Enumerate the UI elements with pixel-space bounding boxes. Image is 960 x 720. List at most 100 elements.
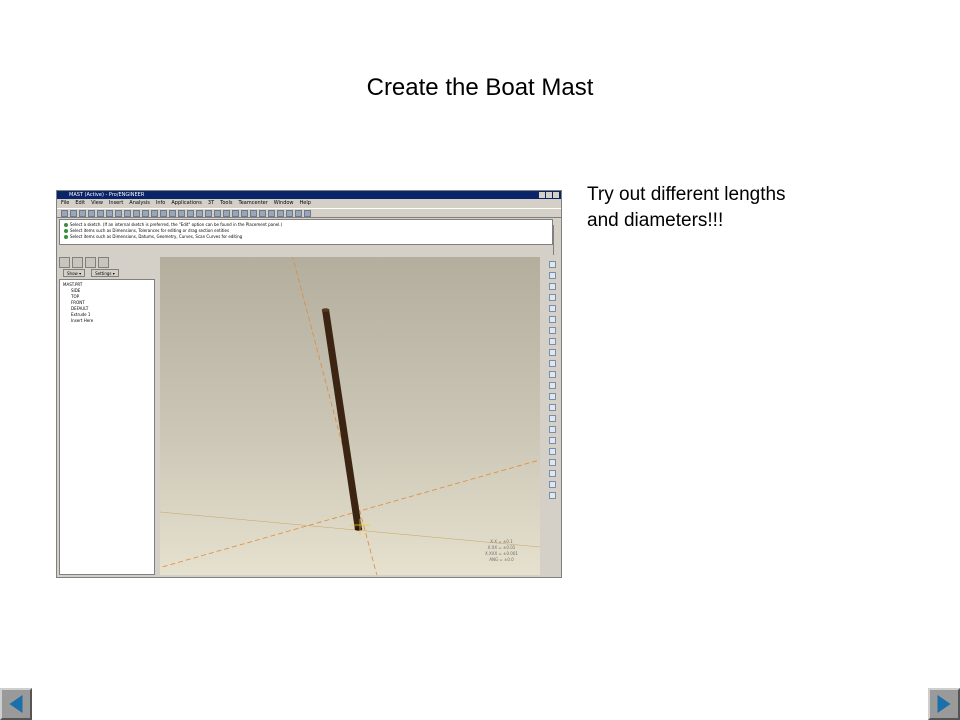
datum-plane-tool-icon[interactable]: [548, 261, 556, 268]
tolerance-4: ANG = ±0.0: [489, 557, 514, 562]
orient-icon[interactable]: [205, 210, 212, 217]
round-tool-icon[interactable]: [548, 426, 556, 433]
rib-tool-icon[interactable]: [548, 404, 556, 411]
analysis-tool-icon[interactable]: [548, 316, 556, 323]
redo-icon[interactable]: [115, 210, 122, 217]
shell-tool-icon[interactable]: [548, 393, 556, 400]
mast-body: [322, 309, 362, 530]
cut-icon[interactable]: [124, 210, 131, 217]
menu-applications[interactable]: Applications: [171, 199, 202, 208]
blend-tool-icon[interactable]: [548, 371, 556, 378]
menu-analysis[interactable]: Analysis: [129, 199, 150, 208]
zoom-in-icon[interactable]: [178, 210, 185, 217]
model-view: [160, 257, 540, 575]
folder-browser-tab-icon[interactable]: [72, 257, 83, 268]
menu-tools[interactable]: Tools: [220, 199, 232, 208]
mast-bottom-cap: [354, 527, 363, 531]
navigator-tabs: [59, 257, 109, 268]
repaint-icon[interactable]: [169, 210, 176, 217]
connections-tab-icon[interactable]: [98, 257, 109, 268]
sketch-tool-icon[interactable]: [548, 327, 556, 334]
menu-info[interactable]: Info: [156, 199, 165, 208]
message-line-3: Select items such as Dimensions, Datums,…: [64, 234, 548, 240]
mast-top-cap: [321, 308, 330, 312]
trim-tool-icon[interactable]: [548, 481, 556, 488]
pattern-tool-icon[interactable]: [548, 448, 556, 455]
maximize-icon[interactable]: [546, 192, 552, 198]
mirror-tool-icon[interactable]: [548, 459, 556, 466]
new-icon[interactable]: [61, 210, 68, 217]
sweep-tool-icon[interactable]: [548, 360, 556, 367]
app-window-title: MAST (Active) - Pro/ENGINEER: [69, 192, 145, 198]
copy-icon[interactable]: [133, 210, 140, 217]
datum-planes-icon[interactable]: [268, 210, 275, 217]
settings-dropdown[interactable]: Settings ▾: [91, 269, 119, 277]
chamfer-tool-icon[interactable]: [548, 437, 556, 444]
merge-tool-icon[interactable]: [548, 470, 556, 477]
menu-3t[interactable]: 3T: [208, 199, 214, 208]
revolve-tool-icon[interactable]: [548, 349, 556, 356]
email-icon[interactable]: [97, 210, 104, 217]
minimize-icon[interactable]: [539, 192, 545, 198]
extrude-tool-icon[interactable]: [548, 338, 556, 345]
hole-tool-icon[interactable]: [548, 382, 556, 389]
message-scrollbar[interactable]: [553, 225, 560, 255]
datum-axis-tool-icon[interactable]: [548, 272, 556, 279]
previous-slide-button[interactable]: [0, 688, 32, 720]
menu-file[interactable]: File: [61, 199, 69, 208]
draft-tool-icon[interactable]: [548, 415, 556, 422]
hidden-line-icon[interactable]: [241, 210, 248, 217]
datum-axes-icon[interactable]: [277, 210, 284, 217]
app-title-bar: MAST (Active) - Pro/ENGINEER: [57, 191, 561, 199]
datum-curve-tool-icon[interactable]: [548, 283, 556, 290]
model-tree: MAST.PRT SIDE TOP FRONT DEFAULT Extrude …: [59, 279, 155, 575]
no-hidden-icon[interactable]: [250, 210, 257, 217]
main-toolbar: [57, 208, 561, 218]
datum-points-icon[interactable]: [286, 210, 293, 217]
undo-icon[interactable]: [106, 210, 113, 217]
context-help-icon[interactable]: [304, 210, 311, 217]
feature-toolbar: [545, 257, 559, 575]
triangle-right-icon: [937, 695, 951, 713]
csys-tool-icon[interactable]: [548, 305, 556, 312]
regenerate-icon[interactable]: [151, 210, 158, 217]
next-slide-button[interactable]: [928, 688, 960, 720]
paste-icon[interactable]: [142, 210, 149, 217]
model-tree-tab-icon[interactable]: [59, 257, 70, 268]
open-icon[interactable]: [70, 210, 77, 217]
show-dropdown[interactable]: Show ▾: [63, 269, 86, 277]
triangle-left-icon: [9, 695, 23, 713]
tree-options-bar: Show ▾ Settings ▾: [59, 269, 159, 277]
menu-help[interactable]: Help: [300, 199, 311, 208]
coordinate-systems-icon[interactable]: [295, 210, 302, 217]
tolerance-table: X.X = ±0.1 X.XX = ±0.01 X.XXX = ±0.001 A…: [485, 539, 518, 563]
saved-views-icon[interactable]: [214, 210, 221, 217]
menu-bar: File Edit View Insert Analysis Info Appl…: [57, 199, 561, 208]
menu-insert[interactable]: Insert: [109, 199, 123, 208]
slide-title: Create the Boat Mast: [366, 74, 594, 101]
wireframe-icon[interactable]: [232, 210, 239, 217]
shading-icon[interactable]: [259, 210, 266, 217]
menu-view[interactable]: View: [91, 199, 103, 208]
refit-icon[interactable]: [196, 210, 203, 217]
close-icon[interactable]: [553, 192, 559, 198]
zoom-out-icon[interactable]: [187, 210, 194, 217]
message-area: Select a sketch. (If an internal sketch …: [59, 219, 553, 245]
layers-icon[interactable]: [223, 210, 230, 217]
find-icon[interactable]: [160, 210, 167, 217]
window-controls: [539, 192, 559, 198]
menu-edit[interactable]: Edit: [75, 199, 85, 208]
menu-teamcenter[interactable]: Teamcenter: [238, 199, 267, 208]
datum-plane-edge: [160, 511, 540, 548]
slide-note: Try out different lengths and diameters!…: [587, 182, 877, 234]
save-icon[interactable]: [79, 210, 86, 217]
tree-item-insert-here[interactable]: Insert Here: [63, 318, 151, 324]
offset-tool-icon[interactable]: [548, 492, 556, 499]
slide-note-line-1: Try out different lengths: [587, 184, 786, 205]
menu-window[interactable]: Window: [274, 199, 294, 208]
datum-point-tool-icon[interactable]: [548, 294, 556, 301]
slide-note-line-2: and diameters!!!: [587, 210, 724, 231]
print-icon[interactable]: [88, 210, 95, 217]
favorites-tab-icon[interactable]: [85, 257, 96, 268]
graphics-viewport[interactable]: X.X = ±0.1 X.XX = ±0.01 X.XXX = ±0.001 A…: [160, 257, 540, 575]
